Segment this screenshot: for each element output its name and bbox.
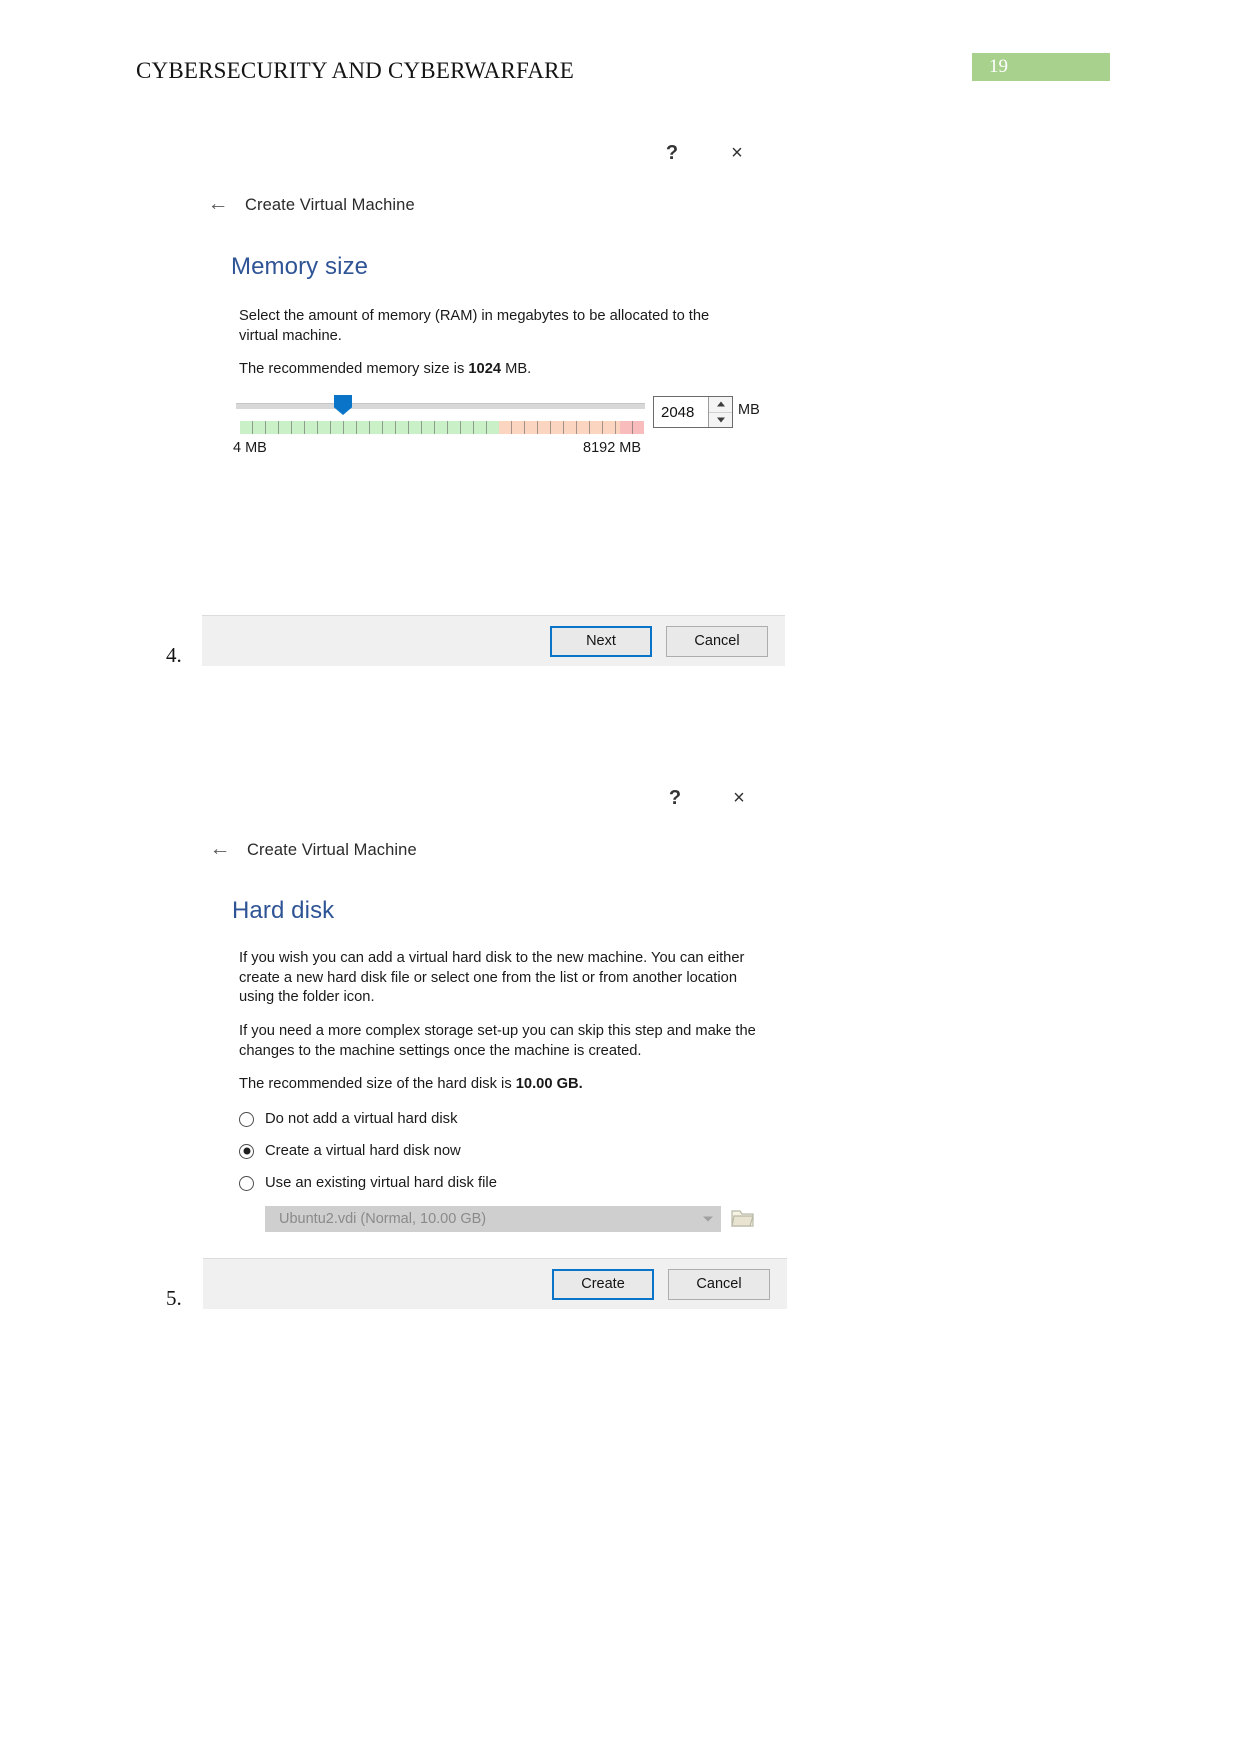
document-header: CYBERSECURITY AND CYBERWARFARE 19 [0, 53, 1241, 106]
browse-folder-icon[interactable] [730, 1206, 756, 1230]
memory-unit-label: MB [738, 402, 760, 418]
radio-icon[interactable] [239, 1175, 254, 1191]
radio-use-existing-disk[interactable]: Use an existing virtual hard disk file [239, 1175, 497, 1191]
page-number: 19 [989, 56, 1008, 77]
help-icon[interactable]: ? [655, 136, 689, 170]
harddisk-recommendation-prefix: The recommended size of the hard disk is [239, 1076, 516, 1092]
harddisk-description-1: If you wish you can add a virtual hard d… [239, 950, 745, 1005]
radio-create-disk-now[interactable]: Create a virtual hard disk now [239, 1143, 461, 1159]
page-title: CYBERSECURITY AND CYBERWARFARE [136, 58, 574, 83]
create-button[interactable]: Create [552, 1268, 654, 1300]
memory-slider-track[interactable] [236, 403, 645, 409]
spinner-down-icon[interactable] [709, 413, 732, 428]
close-icon[interactable]: × [720, 136, 754, 170]
memory-recommendation: The recommended memory size is 1024 MB. [239, 360, 731, 380]
back-arrow-icon[interactable]: ← [207, 193, 229, 216]
memory-min-label: 4 MB [233, 440, 267, 456]
memory-spinner-value[interactable]: 2048 [654, 397, 708, 427]
memory-scale-bar [240, 421, 644, 434]
list-marker-4: 4. [166, 643, 182, 667]
memory-dialog-button-bar: Next Cancel [202, 615, 785, 666]
page-number-badge: 19 [972, 53, 1110, 81]
radio-label: Use an existing virtual hard disk file [265, 1175, 497, 1191]
back-arrow-icon[interactable]: ← [209, 838, 231, 861]
radio-label: Do not add a virtual hard disk [265, 1111, 458, 1127]
memory-spinner[interactable]: 2048 [653, 396, 733, 428]
memory-scale-red [619, 421, 644, 434]
radio-do-not-add-disk[interactable]: Do not add a virtual hard disk [239, 1111, 457, 1127]
harddisk-dialog-nav: ← Create Virtual Machine [209, 838, 417, 861]
memory-dialog-titlebar: ? × [200, 130, 768, 172]
cancel-button[interactable]: Cancel [666, 625, 768, 657]
harddisk-recommendation: The recommended size of the hard disk is… [239, 1075, 754, 1095]
memory-scale-orange [498, 421, 620, 434]
memory-max-label: 8192 MB [583, 440, 642, 456]
spinner-up-icon[interactable] [709, 397, 732, 413]
memory-recommendation-suffix: MB. [501, 361, 532, 377]
memory-size-heading: Memory size [231, 253, 369, 280]
cancel-button[interactable]: Cancel [668, 1268, 770, 1300]
close-icon[interactable]: × [722, 781, 756, 815]
wizard-nav-title: Create Virtual Machine [247, 840, 417, 859]
harddisk-dialog-titlebar: ? × [201, 775, 771, 817]
help-icon[interactable]: ? [658, 781, 692, 815]
list-marker-5: 5. [166, 1286, 182, 1310]
scale-ticks [619, 421, 644, 434]
memory-description-1: Select the amount of memory (RAM) in meg… [239, 308, 710, 344]
memory-scale-green [240, 421, 499, 434]
memory-spinner-arrows [708, 397, 732, 427]
radio-icon[interactable] [239, 1111, 254, 1127]
existing-disk-value: Ubuntu2.vdi (Normal, 10.00 GB) [279, 1211, 487, 1227]
radio-icon-selected[interactable] [239, 1143, 254, 1159]
wizard-nav-title: Create Virtual Machine [245, 195, 415, 214]
chevron-down-icon[interactable] [695, 1206, 721, 1232]
existing-disk-select[interactable]: Ubuntu2.vdi (Normal, 10.00 GB) [265, 1206, 721, 1232]
memory-slider[interactable] [236, 395, 645, 417]
harddisk-recommendation-value: 10.00 GB. [515, 1076, 583, 1092]
memory-recommendation-value: 1024 [468, 361, 502, 377]
hard-disk-heading: Hard disk [232, 897, 335, 924]
memory-recommendation-prefix: The recommended memory size is [239, 361, 469, 377]
create-vm-memory-dialog: ? × ← Create Virtual Machine Memory size… [200, 130, 785, 670]
create-vm-harddisk-dialog: ? × ← Create Virtual Machine Hard disk I… [201, 775, 787, 1310]
harddisk-description-2: If you need a more complex storage set-u… [239, 1023, 756, 1059]
radio-label: Create a virtual hard disk now [265, 1143, 461, 1159]
scale-ticks [240, 421, 499, 434]
harddisk-dialog-button-bar: Create Cancel [203, 1258, 787, 1309]
memory-slider-thumb[interactable] [334, 395, 352, 415]
memory-dialog-nav: ← Create Virtual Machine [207, 193, 415, 216]
next-button[interactable]: Next [550, 625, 652, 657]
scale-ticks [498, 421, 620, 434]
